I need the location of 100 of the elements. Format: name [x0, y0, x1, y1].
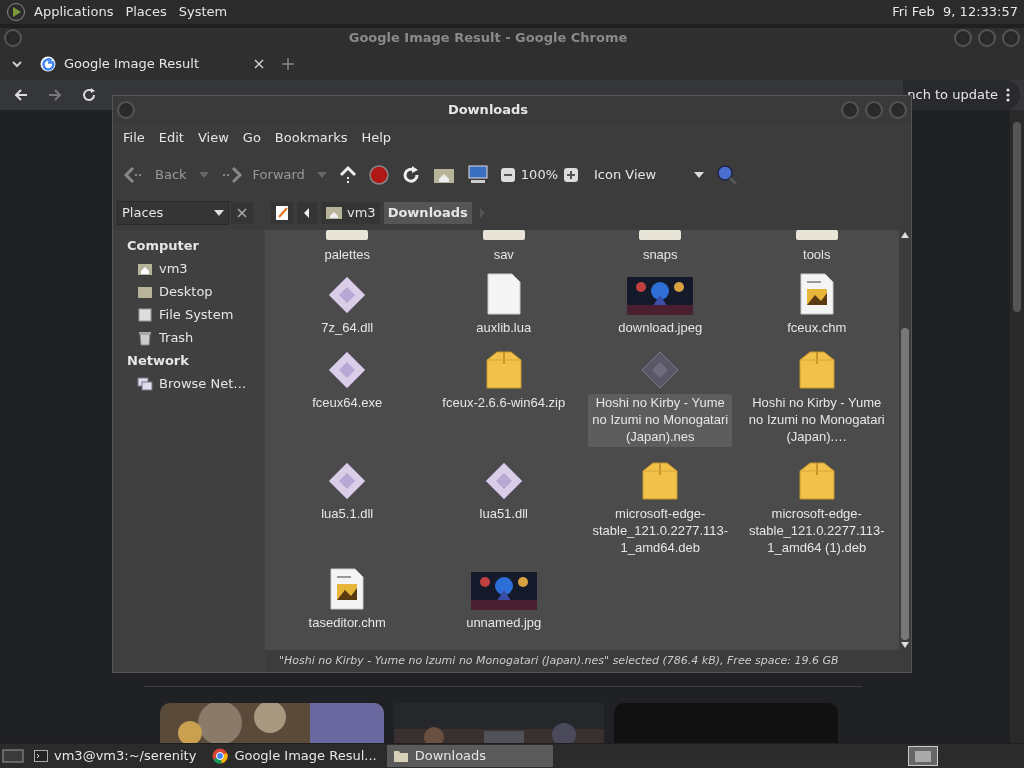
panel-menu[interactable]: Applications [30, 2, 118, 22]
file-name: Hoshi no Kirby - Yume no Izumi no Monogatari (Japan).… [747, 394, 886, 445]
window-button[interactable] [954, 28, 972, 47]
icon-view-item[interactable]: fceux.chm [738, 269, 895, 344]
file-name: auxlib.lua [475, 319, 533, 336]
folder-icon [794, 230, 839, 242]
icon-view-item[interactable]: lua5.1.dll [269, 455, 426, 564]
trash-icon [137, 329, 153, 346]
icon-view-item[interactable]: microsoft-edge-stable_121.0.2277.113-1_amd64.deb [582, 455, 739, 564]
file-name: lua51.dll [478, 505, 529, 522]
search-icon[interactable] [716, 164, 738, 186]
workspace-icon[interactable] [908, 746, 938, 766]
icon-view-item[interactable]: snaps [582, 230, 739, 269]
sidebar-item[interactable]: Trash [127, 326, 265, 349]
close-icon[interactable] [254, 58, 264, 69]
file-name: microsoft-edge-stable_121.0.2277.113-1_amd64.deb [591, 505, 730, 556]
path-button[interactable]: Downloads [383, 202, 472, 224]
forward-arrow-icon[interactable] [48, 87, 62, 102]
icon-view-item[interactable]: fceux64.exe [269, 344, 426, 455]
menu-item[interactable]: File [117, 128, 151, 148]
menu-item[interactable]: Go [236, 128, 267, 148]
computer-icon[interactable] [466, 165, 489, 185]
places-dropdown[interactable]: Places [117, 201, 229, 225]
dropdown-arrow-icon [214, 210, 224, 216]
sidebar-item[interactable]: Desktop [127, 280, 265, 303]
edit-location-icon[interactable] [271, 202, 293, 224]
icon-view-item[interactable]: microsoft-edge-stable_121.0.2277.113-1_amd64 (1).deb [738, 455, 895, 564]
icon-view-item[interactable]: palettes [269, 230, 426, 269]
sidebar-item[interactable]: Browse Net… [127, 372, 265, 395]
menu-item[interactable]: View [191, 128, 235, 148]
window-button[interactable] [865, 101, 883, 119]
zoom-out-icon[interactable] [500, 168, 515, 182]
icon-view-item[interactable]: lua51.dll [425, 455, 582, 564]
icon-view-item[interactable]: Hoshi no Kirby - Yume no Izumi no Monogatari (Japan).… [738, 344, 895, 455]
section-heading: Network [127, 352, 190, 370]
dropdown-arrow-icon[interactable] [198, 172, 209, 178]
view-dropdown[interactable]: Icon View [594, 165, 704, 185]
diamond-file-icon [327, 461, 368, 501]
file-name: download.jpeg [617, 319, 704, 336]
show-desktop-icon[interactable] [2, 747, 24, 765]
browser-logo-icon [212, 748, 229, 764]
taskbar-item[interactable]: Google Image Resul... [206, 745, 383, 767]
diamond-file-icon [640, 350, 681, 390]
reload-icon[interactable] [82, 87, 96, 102]
window-button[interactable] [1002, 28, 1020, 47]
back-arrow-icon[interactable] [14, 87, 28, 102]
menu-item[interactable]: Bookmarks [268, 128, 354, 148]
distro-logo-icon[interactable] [6, 2, 26, 22]
sidebar-item[interactable]: vm3 [127, 257, 265, 280]
taskbar-item[interactable]: vm3@vm3:~/serenity [28, 745, 203, 767]
file-name: fceux.chm [786, 319, 848, 336]
icon-view-item[interactable]: 7z_64.dll [269, 269, 426, 344]
close-icon[interactable] [231, 202, 253, 224]
home-folder-icon[interactable] [432, 166, 455, 184]
sidebar-item[interactable]: File System [127, 303, 265, 326]
package-icon [797, 461, 836, 501]
panel-menu[interactable]: System [174, 2, 232, 22]
file-name: fceux64.exe [311, 394, 384, 411]
icon-view-item[interactable]: Hoshi no Kirby - Yume no Izumi no Monogatari (Japan).nes [582, 344, 739, 455]
menu-item[interactable]: Help [355, 128, 398, 148]
stop-icon[interactable] [368, 165, 389, 185]
drive-icon [137, 306, 153, 323]
window-button[interactable] [841, 101, 859, 119]
file-name: sav [492, 246, 515, 263]
icon-view-item[interactable]: fceux-2.6.6-win64.zip [425, 344, 582, 455]
window-button[interactable] [889, 101, 907, 119]
icon-view-item[interactable]: tools [738, 230, 895, 269]
icon-view-item[interactable]: taseditor.chm [269, 564, 426, 639]
panel-menu[interactable]: Places [121, 2, 171, 22]
file-name: palettes [323, 246, 371, 263]
file-name: unnamed.jpg [465, 614, 543, 631]
new-tab-icon[interactable] [282, 57, 294, 70]
back-button[interactable]: Back [123, 165, 187, 185]
window-button[interactable] [4, 28, 22, 47]
menu-item[interactable]: Edit [152, 128, 190, 148]
icon-view-item[interactable]: sav [425, 230, 582, 269]
diamond-file-icon [483, 461, 524, 501]
chevron-down-icon[interactable] [12, 59, 22, 68]
folder-icon [638, 230, 683, 242]
tab-title: Google Image Result [64, 54, 200, 73]
file-name: fceux-2.6.6-win64.zip [441, 394, 567, 411]
file-name: microsoft-edge-stable_121.0.2277.113-1_amd64 (1).deb [747, 505, 886, 556]
window-title: Downloads [446, 101, 530, 120]
path-button[interactable]: vm3 [321, 202, 380, 224]
scroll-left-icon[interactable] [297, 202, 317, 224]
icon-view-item[interactable]: unnamed.jpg [425, 564, 582, 639]
zoom-in-icon[interactable] [564, 168, 578, 182]
dropdown-arrow-icon[interactable] [316, 172, 327, 178]
document-icon [329, 568, 366, 610]
file-name: lua5.1.dll [320, 505, 375, 522]
folder-icon [325, 230, 370, 242]
scroll-down-icon [901, 642, 909, 648]
window-button[interactable] [978, 28, 996, 47]
icon-view-item[interactable]: auxlib.lua [425, 269, 582, 344]
icon-view-item[interactable]: download.jpeg [582, 269, 739, 344]
package-icon [641, 461, 680, 501]
window-button[interactable] [117, 101, 135, 119]
scrollbar[interactable] [1010, 109, 1024, 743]
taskbar-item[interactable]: Downloads [386, 745, 553, 767]
forward-button[interactable]: Forward [220, 165, 305, 185]
